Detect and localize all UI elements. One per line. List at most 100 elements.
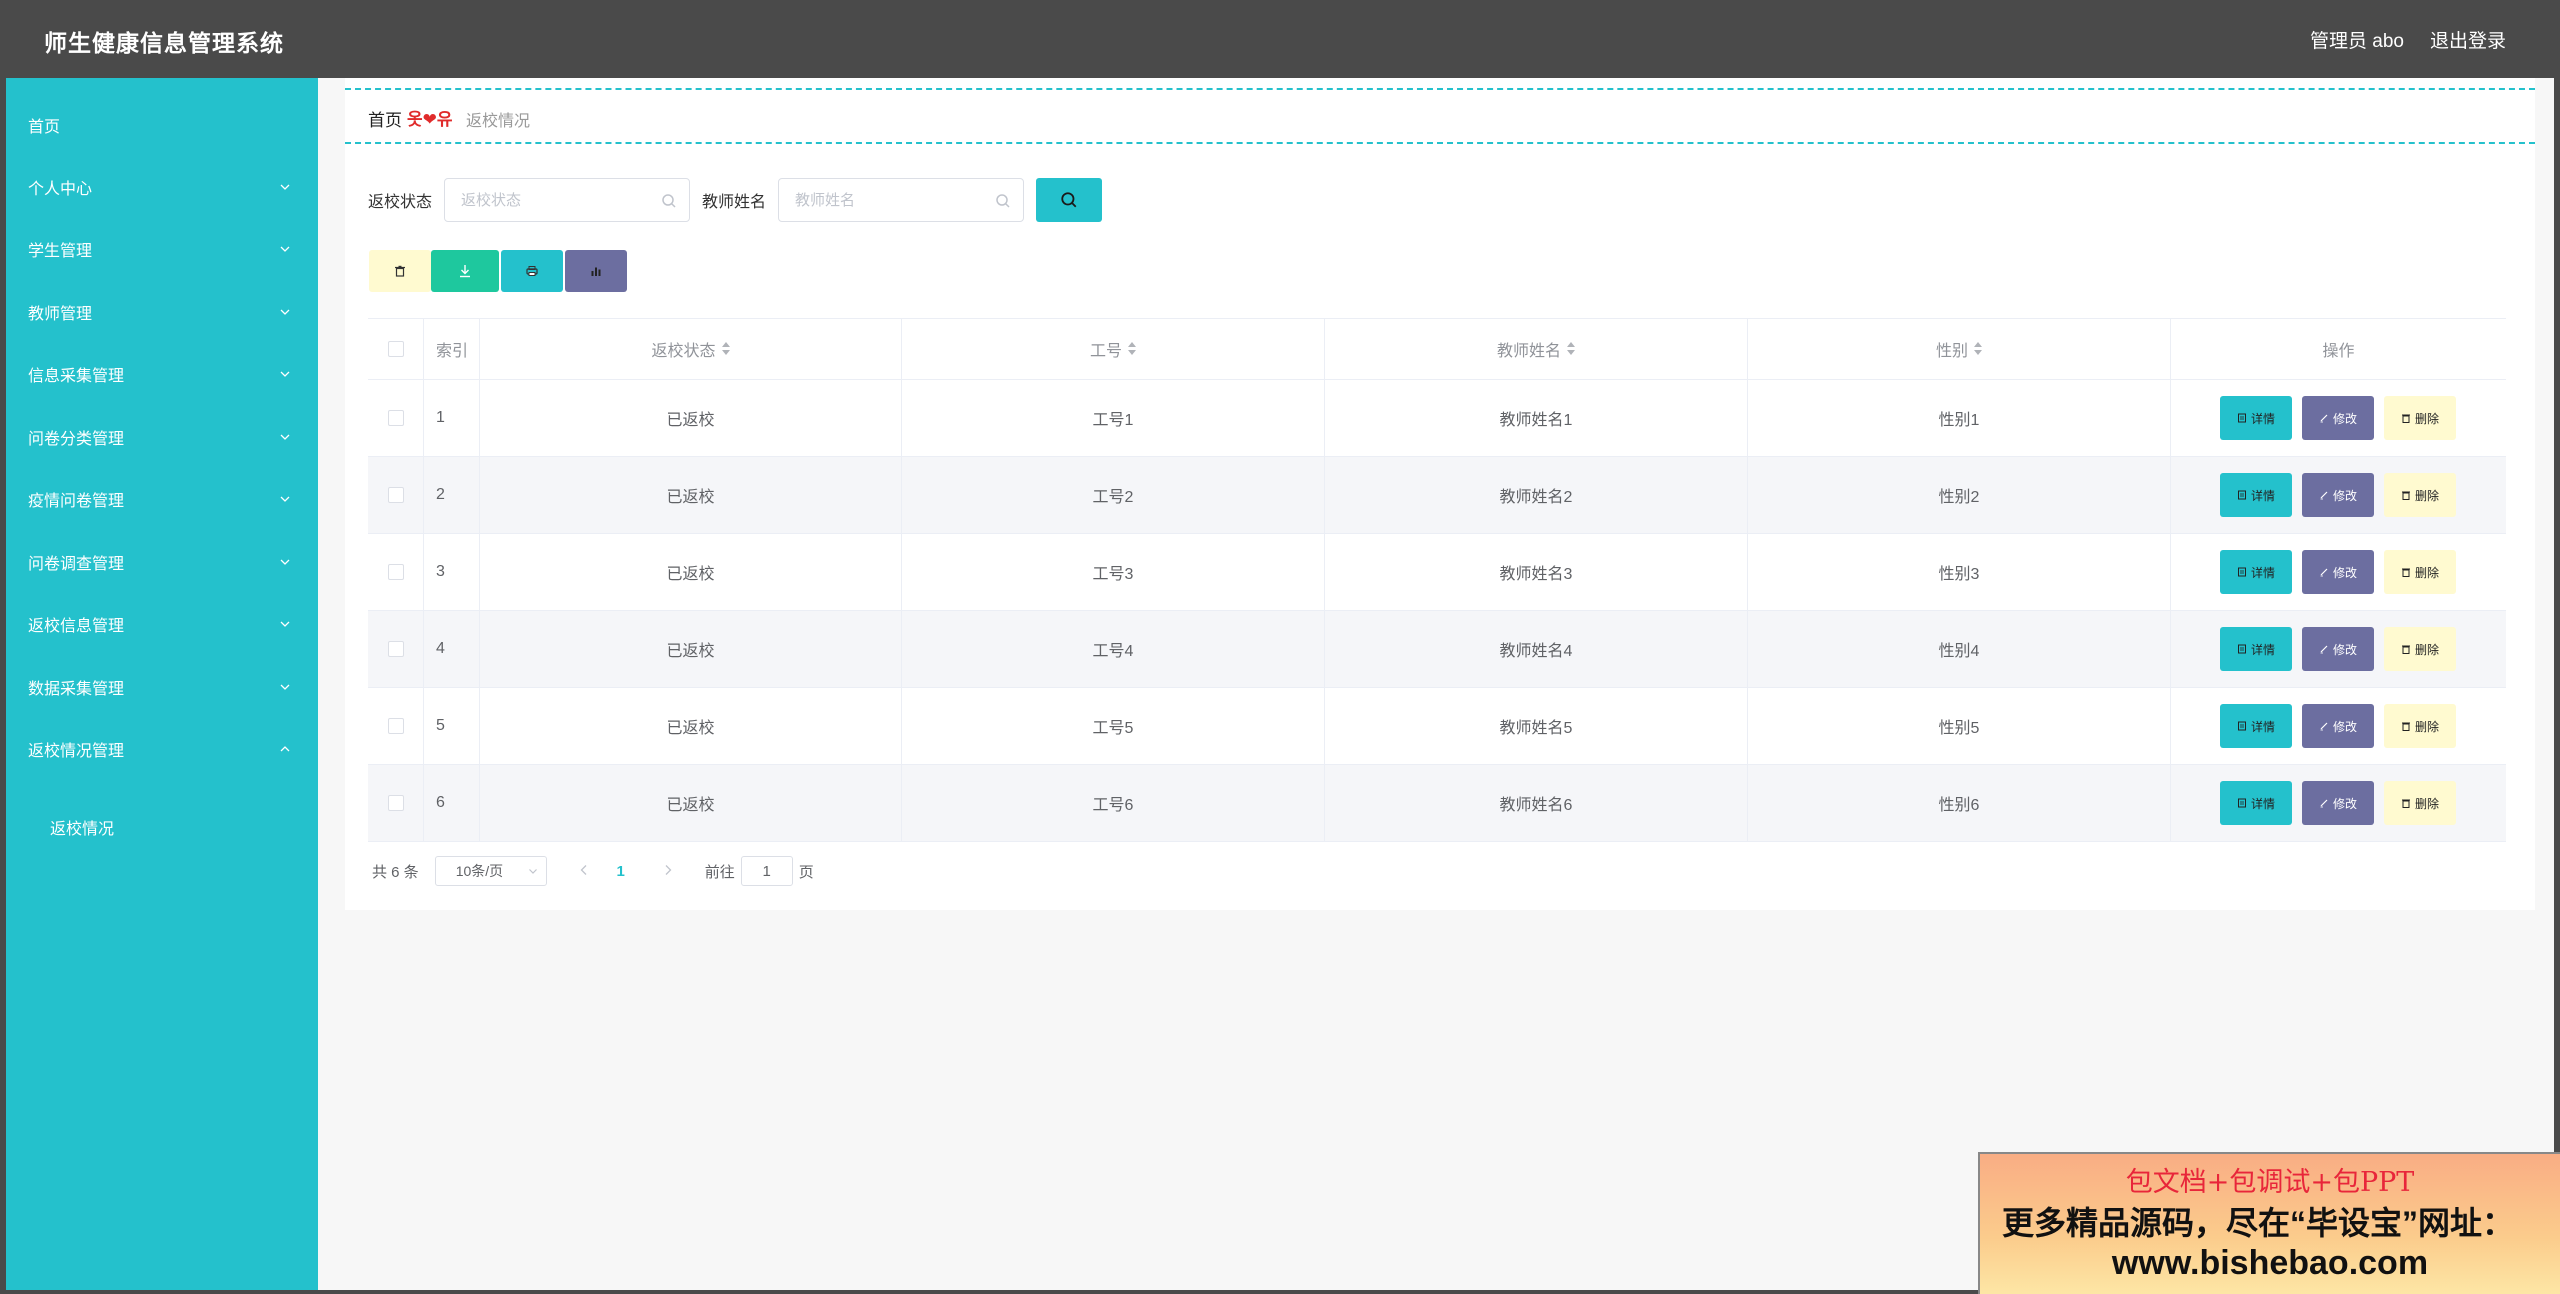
search-button[interactable] [1036,178,1103,222]
delete-button[interactable]: 删除 [2384,550,2456,594]
sort-icon[interactable] [1128,342,1136,356]
sidebar-subitem-return-status[interactable]: 返校情况 [6,796,318,858]
edit-icon [2320,568,2328,577]
breadcrumb-home[interactable]: 首页 [368,106,402,131]
delete-button[interactable]: 删除 [2384,627,2456,671]
row-actions: 详情 修改 删除 [2171,457,2506,533]
sidebar-item-9[interactable]: 数据采集管理 [6,656,318,718]
delete-button[interactable]: 删除 [2384,704,2456,748]
file-icon [2237,490,2246,500]
row-no: 工号5 [902,688,1325,764]
row-checkbox[interactable] [387,410,404,426]
goto-prefix: 前往 [704,863,735,881]
file-icon [2237,644,2246,654]
row-name: 教师姓名2 [1325,457,1748,533]
table-row: 2 已返校 工号2 教师姓名2 性别2 详情 修改 删除 [368,457,2506,534]
row-checkbox[interactable] [387,641,404,657]
header-name-label: 教师姓名 [1496,343,1561,360]
page-jump: 前往 1 页 [705,856,814,886]
logout-link[interactable]: 退出登录 [2430,26,2506,53]
delete-button[interactable]: 删除 [2384,473,2456,517]
delete-label: 删除 [2414,719,2439,734]
sidebar-item-label: 返校情况管理 [28,743,125,760]
row-status: 已返校 [480,688,902,764]
edit-button[interactable]: 修改 [2302,550,2374,594]
row-name: 教师姓名1 [1325,380,1748,456]
sidebar-item-label: 疫情问卷管理 [28,493,125,510]
export-button[interactable] [431,250,499,292]
bar-chart-icon [591,267,601,276]
chevron-up-icon [280,746,290,752]
status-filter-field[interactable] [444,178,691,222]
row-actions: 详情 修改 删除 [2171,688,2506,764]
name-filter-field[interactable] [778,178,1025,222]
next-page-button[interactable] [653,863,683,880]
detail-button[interactable]: 详情 [2220,627,2292,671]
sidebar-item-3[interactable]: 教师管理 [6,281,318,343]
row-checkbox[interactable] [387,487,404,503]
sidebar-item-0[interactable]: 首页 [6,94,318,156]
row-checkbox[interactable] [387,795,404,811]
current-user[interactable]: 管理员 abo [2310,26,2404,53]
detail-button[interactable]: 详情 [2220,550,2292,594]
header-status-label: 返校状态 [651,343,716,360]
detail-button[interactable]: 详情 [2220,781,2292,825]
edit-button[interactable]: 修改 [2302,627,2374,671]
batch-delete-button[interactable] [369,250,431,292]
page-size-value: 10条/页 [455,863,504,879]
header-sex[interactable]: 性别 [1748,319,2171,379]
edit-button[interactable]: 修改 [2302,781,2374,825]
status-filter-input[interactable] [445,179,690,221]
goto-input[interactable]: 1 [740,856,793,886]
edit-label: 修改 [2332,642,2357,657]
print-button[interactable] [501,250,563,292]
prev-page-button[interactable] [569,863,599,880]
header-name[interactable]: 教师姓名 [1325,319,1748,379]
detail-button[interactable]: 详情 [2220,704,2292,748]
user-area: 管理员 abo 退出登录 [2310,26,2506,53]
sidebar-item-2[interactable]: 学生管理 [6,218,318,280]
row-checkbox[interactable] [387,564,404,580]
sidebar-item-4[interactable]: 信息采集管理 [6,343,318,405]
main-panel: 首页 옷❤유 返校情况 返校状态 教师姓名 [345,78,2535,910]
file-icon [2237,721,2246,731]
row-index: 6 [424,765,480,841]
sidebar-item-5[interactable]: 问卷分类管理 [6,406,318,468]
sidebar-item-10[interactable]: 返校情况管理 [6,718,318,780]
top-header: 师生健康信息管理系统 管理员 abo 退出登录 [0,0,2560,78]
trash-icon [2401,799,2410,808]
edit-button[interactable]: 修改 [2302,396,2374,440]
header-status[interactable]: 返校状态 [480,319,902,379]
app-title: 师生健康信息管理系统 [44,30,284,56]
sort-icon[interactable] [721,342,730,356]
sidebar-item-8[interactable]: 返校信息管理 [6,593,318,655]
row-checkbox[interactable] [387,718,404,734]
sidebar-item-7[interactable]: 问卷调查管理 [6,531,318,593]
header-no[interactable]: 工号 [902,319,1325,379]
select-all-checkbox[interactable] [387,341,404,357]
chevron-left-icon [580,864,587,875]
delete-button[interactable]: 删除 [2384,396,2456,440]
row-actions: 详情 修改 删除 [2171,534,2506,610]
delete-button[interactable]: 删除 [2384,781,2456,825]
edit-button[interactable]: 修改 [2302,704,2374,748]
sidebar-item-6[interactable]: 疫情问卷管理 [6,468,318,530]
sort-icon[interactable] [1567,342,1575,356]
page-number[interactable]: 1 [611,863,631,880]
edit-button[interactable]: 修改 [2302,473,2374,517]
sort-icon[interactable] [1974,342,1982,356]
header-index-label: 索引 [436,343,469,360]
trash-icon [2401,491,2410,500]
detail-button[interactable]: 详情 [2220,396,2292,440]
row-checkbox-cell [368,380,424,456]
detail-button[interactable]: 详情 [2220,473,2292,517]
sidebar-item-1[interactable]: 个人中心 [6,156,318,218]
row-no: 工号1 [902,380,1325,456]
page-size-select[interactable]: 10条/页 [434,856,547,886]
trash-icon [2401,568,2410,577]
row-status: 已返校 [480,534,902,610]
row-sex: 性别4 [1748,611,2171,687]
name-filter-input[interactable] [779,179,1024,221]
statistics-button[interactable] [565,250,627,292]
table-row: 1 已返校 工号1 教师姓名1 性别1 详情 修改 删除 [368,380,2506,457]
